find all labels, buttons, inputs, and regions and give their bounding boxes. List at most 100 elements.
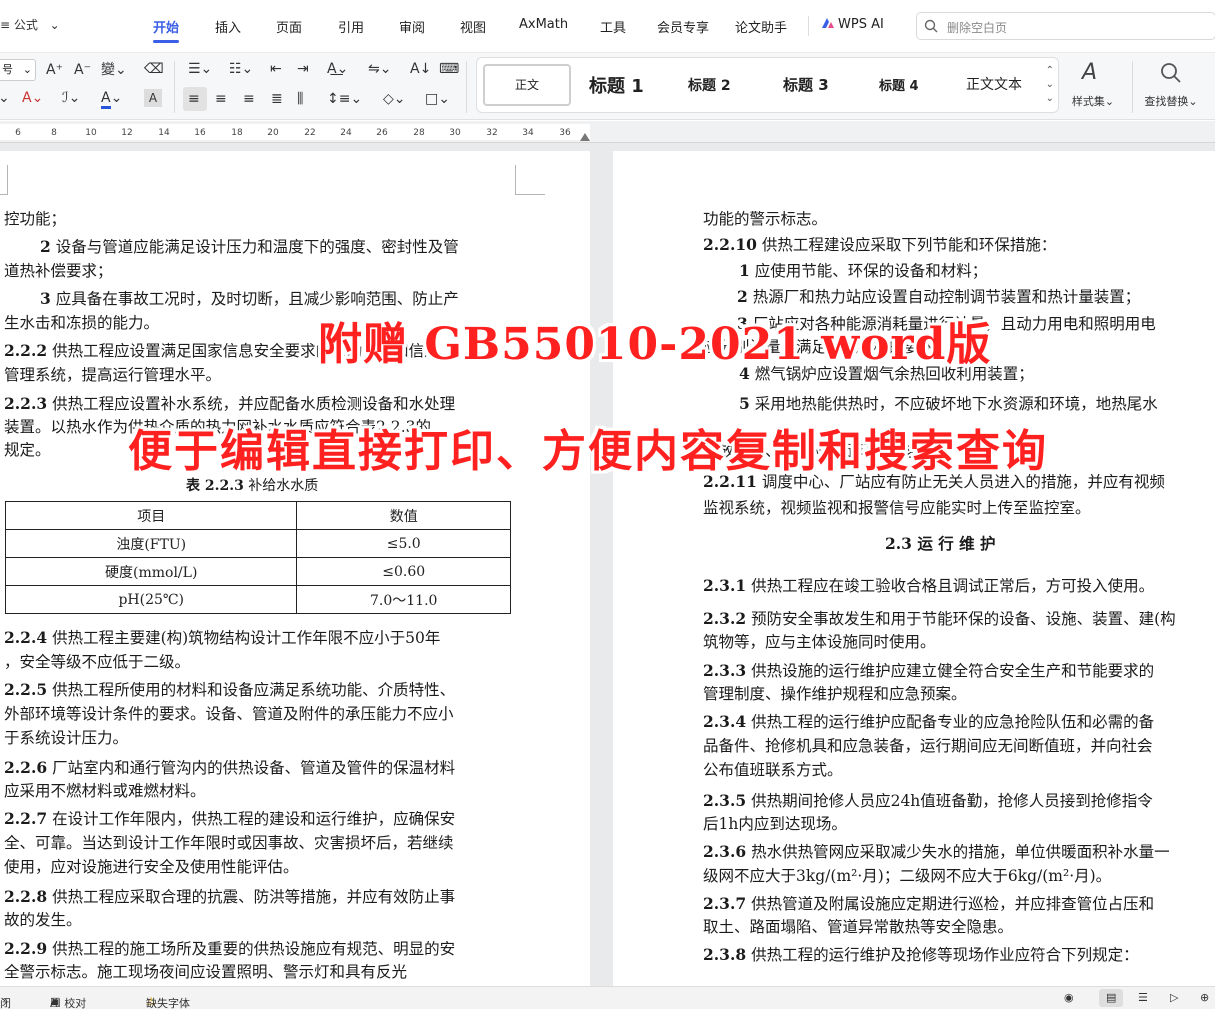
- paragraph-line: 规定。: [4, 441, 51, 459]
- ruler-tick: 14: [158, 128, 170, 138]
- right-indent-marker[interactable]: [580, 133, 590, 141]
- tab-member[interactable]: 会员专享: [657, 17, 709, 36]
- table-header-cell: 项目: [4, 501, 298, 530]
- paragraph-line: 取土、路面塌陷、管道异常散热等安全隐患。: [703, 918, 1014, 936]
- ruler-tick: 30: [449, 128, 461, 138]
- ribbon-divider: [466, 61, 467, 113]
- find-replace-button[interactable]: 查找替换⌄: [1136, 57, 1206, 115]
- status-fragment[interactable]: 闭 ⌄: [0, 991, 11, 1009]
- justify-icon[interactable]: ≣: [271, 90, 283, 108]
- show-marks-icon[interactable]: ⌨: [439, 60, 459, 78]
- list-item: 1 应使用节能、环保的设备和材料；: [739, 261, 988, 280]
- command-search-input[interactable]: 删除空白页: [916, 12, 1215, 40]
- char-shading-icon[interactable]: A: [144, 89, 162, 107]
- style-normal[interactable]: 正文: [483, 64, 571, 106]
- eye-protect-icon[interactable]: ◉: [1064, 991, 1074, 1004]
- clause-2-2-7: 2.2.7 在设计工作年限内，供热工程的建设和运行维护，应确保安: [4, 809, 456, 828]
- shading-icon[interactable]: ◇⌄: [383, 90, 406, 108]
- chevron-down-icon[interactable]: ⌄: [0, 89, 10, 107]
- increase-indent-icon[interactable]: ⇥: [297, 60, 309, 78]
- text-effect-icon[interactable]: A⌄: [22, 89, 43, 107]
- increase-font-icon[interactable]: A⁺: [46, 61, 63, 79]
- tab-home[interactable]: 开始: [153, 17, 179, 36]
- style-heading-4[interactable]: 标题 4: [879, 75, 919, 94]
- highlight-icon[interactable]: ℐ⌄: [62, 89, 80, 107]
- phonetic-guide-icon[interactable]: 變⌄: [101, 61, 127, 79]
- tab-view[interactable]: 视图: [460, 17, 486, 36]
- align-center-icon[interactable]: ≡: [215, 90, 227, 108]
- formula-dropdown[interactable]: ≡ 公式 ⌄: [0, 16, 60, 33]
- style-heading-2[interactable]: 标题 2: [688, 75, 731, 95]
- font-size-select[interactable]: 号 ⌄: [0, 59, 36, 81]
- paragraph-line: 生水击和冻损的能力。: [4, 314, 160, 332]
- promo-banner-title: 附赠 GB55010-2021 word版: [318, 319, 992, 370]
- page-view-icon[interactable]: ▤: [1106, 991, 1116, 1004]
- decrease-font-icon[interactable]: A⁻: [74, 61, 91, 79]
- ruler-tick: 18: [231, 128, 243, 138]
- align-right-icon[interactable]: ≡: [243, 90, 255, 108]
- align-left-icon[interactable]: ≡: [188, 90, 200, 108]
- water-quality-table: 项目 数值 浊度(FTU) ≤5.0 硬度(mmol/L) ≤0.60 pH(2…: [4, 501, 511, 614]
- horizontal-ruler[interactable]: 6 8 10 12 14 16 18 20 22 24 26 28 30 32 …: [0, 121, 1215, 143]
- page-left[interactable]: 控功能； 2 设备与管道应能满足设计压力和温度下的强度、密封性及管 道热补偿要求…: [0, 151, 590, 986]
- text-direction-icon[interactable]: A͟⌄: [327, 60, 348, 78]
- tab-page[interactable]: 页面: [276, 17, 302, 36]
- table-cell: 7.0～11.0: [296, 585, 511, 614]
- style-gallery: 正文 标题 1 标题 2 标题 3 标题 4 正文文本 ⌃ ⌄ ⌄: [476, 57, 1059, 113]
- table-row: pH(25℃) 7.0～11.0: [4, 585, 511, 614]
- ruler-scale: 6 8 10 12 14 16 18 20 22 24 26 28 30 32 …: [0, 124, 590, 140]
- styles-set-button[interactable]: A 样式集⌄: [1058, 57, 1128, 115]
- document-canvas[interactable]: 控功能； 2 设备与管道应能满足设计压力和温度下的强度、密封性及管 道热补偿要求…: [0, 143, 1215, 986]
- tab-wps-ai[interactable]: WPS AI: [821, 17, 884, 32]
- ruler-tick: 6: [15, 128, 21, 138]
- ribbon-divider: [1132, 61, 1133, 113]
- clause-2-3-3: 2.3.3 供热设施的运行维护应建立健全符合安全生产和节能要求的: [703, 661, 1155, 680]
- ruler-tick: 20: [267, 128, 279, 138]
- paragraph-line: ，安全等级不应低于二级。: [4, 653, 191, 671]
- paragraph-line: 道热补偿要求；: [4, 262, 113, 280]
- paragraph-line: 全、可靠。当达到设计工作年限时或因事故、灾害损坏后，若继续: [4, 834, 454, 852]
- numbered-list-icon[interactable]: ☷⌄: [229, 60, 253, 78]
- distribute-icon[interactable]: ⫼: [297, 90, 303, 108]
- promo-banner-subtitle: 便于编辑直接打印、方便内容复制和搜索查询: [128, 426, 1048, 477]
- missing-font-label: 缺失字体: [146, 997, 190, 1009]
- line-spacing-icon[interactable]: ↕≡⌄: [327, 90, 362, 108]
- style-body-text[interactable]: 正文文本: [966, 74, 1022, 94]
- chevron-down-icon: ⌄: [49, 18, 60, 32]
- tab-review[interactable]: 审阅: [399, 17, 425, 36]
- page-right[interactable]: 功能的警示标志。 2.2.10 供热工程建设应采取下列节能和环保措施： 1 应使…: [613, 151, 1215, 986]
- ai-check-button[interactable]: ▣ AI 校对 ⌄: [50, 991, 86, 1009]
- clause-2-3-2: 2.3.2 预防安全事故发生和用于节能环保的设备、设施、装置、建(构: [703, 609, 1176, 628]
- wps-writer-window: ≡ 公式 ⌄ 开始 插入 页面 引用 审阅 视图 AxMath 工具 会员专享 …: [0, 0, 1215, 1009]
- ruler-tick: 28: [413, 128, 425, 138]
- clear-format-icon[interactable]: ⌫: [144, 60, 164, 78]
- ruler-tick: 34: [522, 128, 534, 138]
- search-icon: [924, 19, 938, 33]
- outline-view-icon[interactable]: ☰: [1138, 991, 1148, 1004]
- play-icon[interactable]: ▷: [1170, 991, 1178, 1004]
- tab-tools[interactable]: 工具: [600, 17, 626, 36]
- table-row: 硬度(mmol/L) ≤0.60: [4, 557, 511, 586]
- convert-icon[interactable]: ⇋⌄: [368, 60, 391, 78]
- clause-2-3-7: 2.3.7 供热管道及附属设施应定期进行巡检，并应排查管位占压和: [703, 894, 1155, 913]
- style-heading-1[interactable]: 标题 1: [589, 72, 644, 98]
- sort-icon[interactable]: A↓: [410, 60, 431, 78]
- clause-2-3-8: 2.3.8 供热工程的运行维护及抢修等现场作业应符合下列规定：: [703, 945, 1139, 964]
- style-heading-3[interactable]: 标题 3: [783, 74, 829, 95]
- decrease-indent-icon[interactable]: ⇤: [270, 60, 282, 78]
- ruler-tick: 36: [559, 128, 571, 138]
- ruler-tick: 22: [304, 128, 316, 138]
- web-view-icon[interactable]: ⊕: [1200, 991, 1209, 1004]
- tab-paper-assistant[interactable]: 论文助手: [735, 17, 787, 36]
- bullet-list-icon[interactable]: ☰⌄: [188, 60, 212, 78]
- tab-references[interactable]: 引用: [338, 17, 364, 36]
- tab-axmath[interactable]: AxMath: [519, 17, 568, 32]
- active-tab-indicator: [153, 40, 179, 43]
- font-color-icon[interactable]: A⌄: [101, 89, 122, 109]
- borders-icon[interactable]: □⌄: [425, 90, 450, 108]
- list-item: 2 热源厂和热力站应设置自动控制调节装置和热计量装置；: [737, 287, 1141, 306]
- tab-insert[interactable]: 插入: [215, 17, 241, 36]
- paragraph-line: 故的发生。: [4, 911, 82, 929]
- style-gallery-scroll[interactable]: ⌃ ⌄ ⌄: [1046, 64, 1054, 106]
- paragraph-line: 使用，应对设施进行安全及使用性能评估。: [4, 858, 299, 876]
